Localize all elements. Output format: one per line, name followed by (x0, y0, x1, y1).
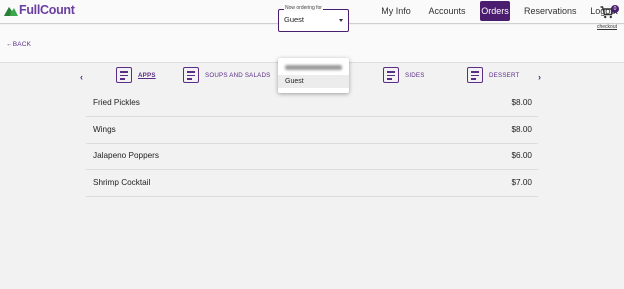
tab-label: SOUPS AND SALADS (205, 71, 271, 79)
menu-item-row[interactable]: Fried Pickles $8.00 (86, 90, 538, 117)
option-guest[interactable]: Guest (278, 75, 349, 88)
menu-list-icon (183, 67, 199, 83)
tab-dessert[interactable]: DESSERT (467, 67, 520, 83)
order-for-legend: Now ordering for (284, 5, 323, 11)
tab-label: DESSERT (489, 71, 520, 79)
nav-reservations[interactable]: Reservations (524, 1, 577, 21)
menu-item-row[interactable]: Wings $8.00 (86, 117, 538, 144)
item-price: $8.00 (511, 125, 533, 134)
order-for-dropdown: Guest (278, 58, 349, 93)
nav-accounts[interactable]: Accounts (427, 1, 467, 21)
back-link[interactable]: ←BACK (6, 41, 31, 48)
item-name: Jalapeno Poppers (93, 151, 160, 160)
order-for-value: Guest (284, 15, 305, 24)
tab-label: SIDES (405, 71, 425, 79)
tab-label: APPS (138, 71, 156, 79)
brand-name: FullCount (19, 3, 75, 17)
item-name: Wings (93, 125, 116, 134)
item-price: $8.00 (511, 98, 533, 107)
nav-orders[interactable]: Orders (480, 1, 510, 21)
item-name: Fried Pickles (93, 98, 140, 107)
chevron-right-icon[interactable]: › (538, 72, 541, 82)
checkout-link[interactable]: checkout (597, 24, 617, 30)
nav-my-info[interactable]: My Info (379, 1, 413, 21)
tab-apps[interactable]: APPS (116, 67, 156, 83)
menu-item-row[interactable]: Shrimp Cocktail $7.00 (86, 170, 538, 197)
tab-soups-and-salads[interactable]: SOUPS AND SALADS (183, 67, 270, 83)
brand-logo[interactable]: FullCount (4, 3, 75, 17)
chevron-left-icon[interactable]: ‹ (80, 72, 83, 82)
item-price: $6.00 (511, 151, 533, 160)
redacted-option[interactable] (285, 65, 342, 70)
tab-sides[interactable]: SIDES (383, 67, 425, 83)
item-price: $7.00 (511, 178, 533, 187)
menu-list-icon (116, 67, 132, 83)
menu-item-row[interactable]: Jalapeno Poppers $6.00 (86, 143, 538, 170)
item-name: Shrimp Cocktail (93, 178, 151, 187)
menu-list-icon (383, 67, 399, 83)
cart-count-badge: 0 (611, 5, 619, 13)
caret-down-icon[interactable] (339, 19, 343, 22)
mountain-logo-icon (4, 7, 18, 16)
menu-list-icon (467, 67, 483, 83)
